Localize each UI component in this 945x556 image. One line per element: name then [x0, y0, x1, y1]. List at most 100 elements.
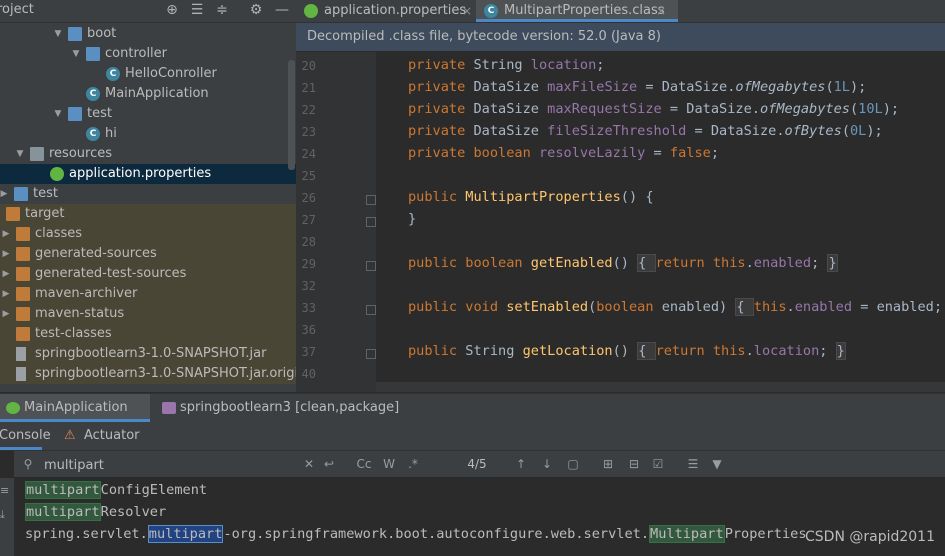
run-tab-mainapplication[interactable]: MainApplication [0, 394, 150, 422]
tab-actuator[interactable]: ⚠ Actuator [64, 422, 154, 450]
remove-occurrence-icon[interactable]: ⊟ [626, 455, 642, 473]
tree-item[interactable]: C MainApplication [0, 84, 296, 104]
tab-console[interactable]: Console [0, 422, 51, 450]
editor-gutter: 20 21 22 23 24 25 26 27 28 29 32 33 36 37 40 [296, 52, 376, 392]
chevron-right-icon[interactable]: ▶ [0, 304, 12, 324]
run-tab-maven[interactable]: springbootlearn3 [clean,package] [156, 394, 410, 422]
search-input[interactable] [42, 454, 306, 476]
scroll-end-icon[interactable]: ⤓ [0, 508, 5, 522]
select-occurrences-icon[interactable]: ☑ [650, 455, 666, 473]
tree-item[interactable]: ▶ maven-status [0, 304, 296, 324]
code-line: public void setEnabled(boolean enabled) … [408, 298, 945, 316]
code-line: private DataSize maxRequestSize = DataSi… [408, 101, 900, 117]
tree-item-label: classes [35, 226, 83, 241]
tree-item-label: application.properties [69, 166, 212, 181]
chevron-right-icon[interactable]: ▶ [0, 244, 12, 264]
editor-tab-bar: application.properties × C MultipartProp… [296, 0, 945, 23]
close-icon[interactable]: × [462, 0, 472, 22]
tree-item[interactable]: ▼ boot [0, 24, 296, 44]
tree-item[interactable]: ▼ test [0, 104, 296, 124]
line-number: 26 [301, 191, 316, 205]
tree-item[interactable]: Chi [0, 124, 296, 144]
orange-folder-icon [16, 227, 30, 241]
match-case-button[interactable]: Cc [354, 455, 374, 473]
folder-icon [68, 107, 82, 121]
locate-icon[interactable]: ⊕ [164, 2, 180, 18]
soft-wrap-icon[interactable]: ≡ [0, 484, 9, 497]
line-number: 29 [301, 257, 316, 271]
fold-icon[interactable] [366, 349, 376, 359]
line-number: 28 [301, 235, 316, 249]
fold-icon[interactable] [366, 195, 376, 205]
banner-text: Decompiled .class file, bytecode version… [307, 29, 661, 44]
hide-icon[interactable]: — [274, 2, 290, 18]
project-scrollbar[interactable] [288, 60, 295, 170]
tree-item-label: resources [49, 146, 113, 161]
filter-icon[interactable]: ▼ [710, 455, 724, 473]
arrow-down-icon[interactable]: ↓ [540, 455, 554, 473]
tree-item[interactable]: application.properties [0, 164, 296, 184]
orange-folder-icon [16, 247, 30, 261]
line-number: 24 [301, 147, 316, 161]
code-line: public MultipartProperties() { [408, 189, 654, 205]
tree-item[interactable]: ▼ controller [0, 44, 296, 64]
close-icon[interactable]: × [656, 0, 666, 22]
line-number: 27 [301, 213, 316, 227]
line-number: 22 [301, 103, 316, 117]
tree-item-label: springbootlearn3-1.0-SNAPSHOT.jar [35, 346, 267, 361]
tree-item[interactable]: ▼ resources [0, 144, 296, 164]
tree-item[interactable]: ▶ test [0, 184, 296, 204]
words-button[interactable]: W [382, 455, 396, 473]
fold-icon[interactable] [366, 261, 376, 271]
chevron-down-icon[interactable]: ▼ [52, 104, 64, 124]
add-occurrence-icon[interactable]: ⊞ [600, 455, 616, 473]
line-number: 32 [301, 279, 316, 293]
decompiled-banner: Decompiled .class file, bytecode version… [296, 23, 945, 51]
fold-icon[interactable] [366, 305, 376, 315]
chevron-down-icon[interactable]: ▼ [52, 24, 64, 44]
orange-folder-icon [6, 207, 20, 221]
expand-all-icon[interactable]: ☰ [189, 2, 205, 18]
chevron-right-icon[interactable]: ▶ [0, 264, 12, 284]
regex-button[interactable]: .* [406, 455, 420, 473]
code-line: private DataSize maxFileSize = DataSize.… [408, 79, 867, 95]
tree-item[interactable]: springbootlearn3-1.0-SNAPSHOT.jar [0, 344, 296, 364]
line-number: 23 [301, 125, 316, 139]
spring-properties-icon [50, 167, 64, 181]
tree-item[interactable]: ▶ generated-sources [0, 244, 296, 264]
orange-folder-icon [16, 307, 30, 321]
filter-lines-icon[interactable]: ☰ [686, 455, 700, 473]
tree-item[interactable]: target [0, 204, 296, 224]
tree-item-label: maven-status [35, 306, 125, 321]
chevron-down-icon[interactable]: ▼ [70, 44, 82, 64]
select-all-icon[interactable]: ▢ [566, 455, 580, 473]
project-panel: roject ⊕ ☰ ≑ ⚙ — ▼ boot ▼ controller C HelloC… [0, 0, 296, 392]
tree-item[interactable]: C HelloConroller [0, 64, 296, 84]
fold-icon[interactable] [366, 217, 376, 227]
chevron-right-icon[interactable]: ▶ [0, 284, 12, 304]
tree-item[interactable]: ▶ classes [0, 224, 296, 244]
orange-folder-icon [16, 267, 30, 281]
tree-item[interactable]: ▶ maven-archiver [0, 284, 296, 304]
collapse-all-icon[interactable]: ≑ [214, 2, 230, 18]
tab-multipart-properties[interactable]: C MultipartProperties.class × [476, 0, 678, 22]
tree-item[interactable]: springbootlearn3-1.0-SNAPSHOT.jar.origin [0, 364, 296, 384]
tree-item[interactable]: ▶ generated-test-sources [0, 264, 296, 284]
search-icon[interactable]: ⚲ [20, 455, 36, 473]
run-tab-label: MainApplication [24, 400, 128, 415]
clear-icon[interactable]: ✕ [302, 455, 316, 473]
watermark: CSDN @rapid2011 [805, 529, 935, 545]
gear-icon[interactable]: ⚙ [248, 2, 264, 18]
tree-item[interactable]: test-classes [0, 324, 296, 344]
arrow-up-icon[interactable]: ↑ [514, 455, 528, 473]
chevron-right-icon[interactable]: ▶ [0, 184, 10, 204]
line-number: 33 [301, 301, 316, 315]
line-number: 40 [301, 367, 316, 381]
chevron-right-icon[interactable]: ▶ [0, 224, 12, 244]
tab-application-properties[interactable]: application.properties × [296, 0, 484, 22]
history-icon[interactable]: ↩ [322, 455, 336, 473]
actuator-icon: ⚠ [64, 428, 76, 443]
line-number: 20 [301, 59, 316, 73]
chevron-down-icon[interactable]: ▼ [14, 144, 26, 164]
editor-area: application.properties × C MultipartProp… [296, 0, 945, 392]
